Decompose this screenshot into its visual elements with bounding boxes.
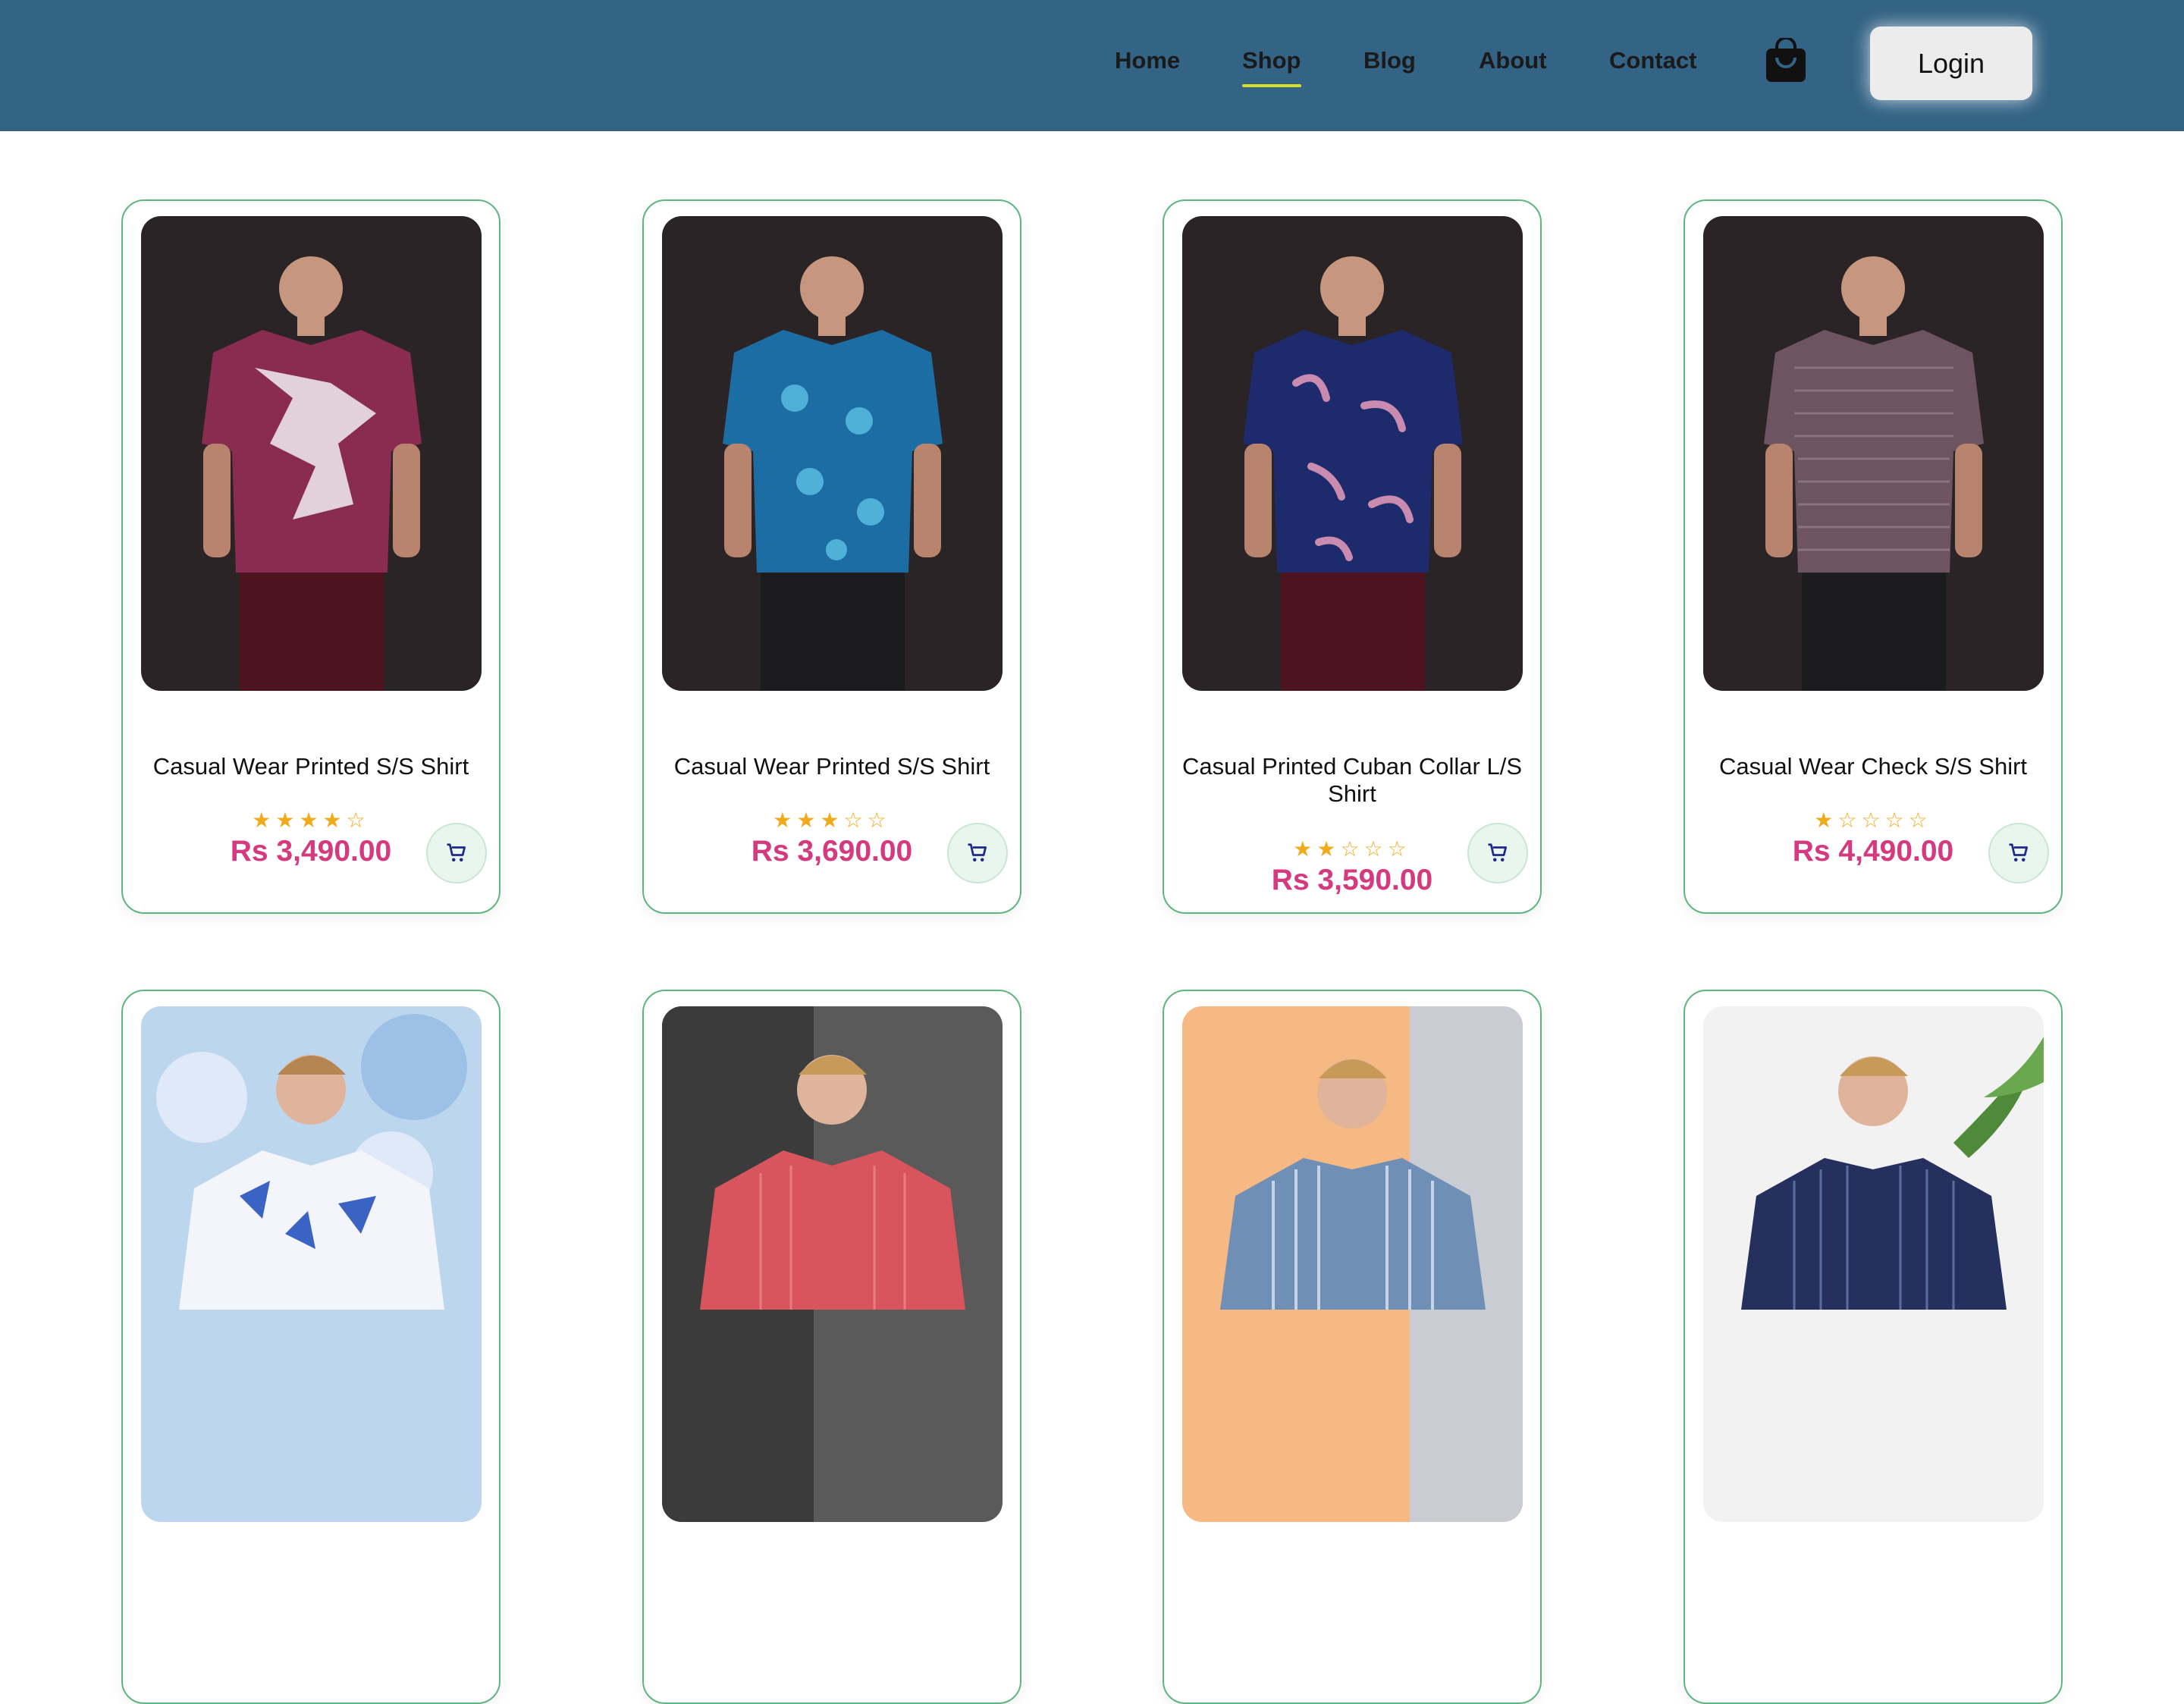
product-card[interactable] <box>1163 990 1542 1704</box>
product-image[interactable] <box>141 216 482 691</box>
add-to-cart-button[interactable] <box>426 823 487 883</box>
product-card[interactable]: Casual Wear Check S/S Shirt ★☆☆☆☆ Rs 4,4… <box>1684 199 2063 914</box>
product-image[interactable] <box>662 216 1003 691</box>
shopping-cart-icon <box>2009 843 2028 861</box>
product-card[interactable] <box>121 990 500 1704</box>
product-title[interactable]: Casual Wear Check S/S Shirt <box>1685 753 2061 780</box>
shopping-cart-icon <box>447 843 466 861</box>
product-image[interactable] <box>662 1006 1003 1522</box>
login-button[interactable]: Login <box>1870 27 2032 100</box>
product-title[interactable]: Casual Wear Printed S/S Shirt <box>123 753 499 780</box>
nav-blog[interactable]: Blog <box>1363 47 1416 74</box>
shopping-bag-icon[interactable] <box>1765 36 1807 83</box>
add-to-cart-button[interactable] <box>1988 823 2049 883</box>
nav-contact[interactable]: Contact <box>1609 47 1696 74</box>
product-card[interactable] <box>1684 990 2063 1704</box>
product-card[interactable]: Casual Wear Printed S/S Shirt ★★★☆☆ Rs 3… <box>642 199 1021 914</box>
add-to-cart-button[interactable] <box>947 823 1008 883</box>
product-image[interactable] <box>141 1006 482 1522</box>
product-image[interactable] <box>1182 216 1523 691</box>
product-card[interactable] <box>642 990 1021 1704</box>
product-card[interactable]: Casual Printed Cuban Collar L/S Shirt ★★… <box>1163 199 1542 914</box>
add-to-cart-button[interactable] <box>1467 823 1528 883</box>
product-image[interactable] <box>1182 1006 1523 1522</box>
shopping-cart-icon <box>1488 843 1507 861</box>
product-image[interactable] <box>1703 216 2044 691</box>
product-image[interactable] <box>1703 1006 2044 1522</box>
nav-shop[interactable]: Shop <box>1242 47 1301 87</box>
nav-about[interactable]: About <box>1479 47 1547 74</box>
product-card[interactable]: Casual Wear Printed S/S Shirt ★★★★☆ Rs 3… <box>121 199 500 914</box>
product-title[interactable]: Casual Wear Printed S/S Shirt <box>644 753 1020 780</box>
product-title[interactable]: Casual Printed Cuban Collar L/S Shirt <box>1164 753 1540 808</box>
shopping-cart-icon <box>968 843 987 861</box>
top-navbar: Home Shop Blog About Contact Login <box>0 0 2184 131</box>
nav-home[interactable]: Home <box>1115 47 1180 74</box>
